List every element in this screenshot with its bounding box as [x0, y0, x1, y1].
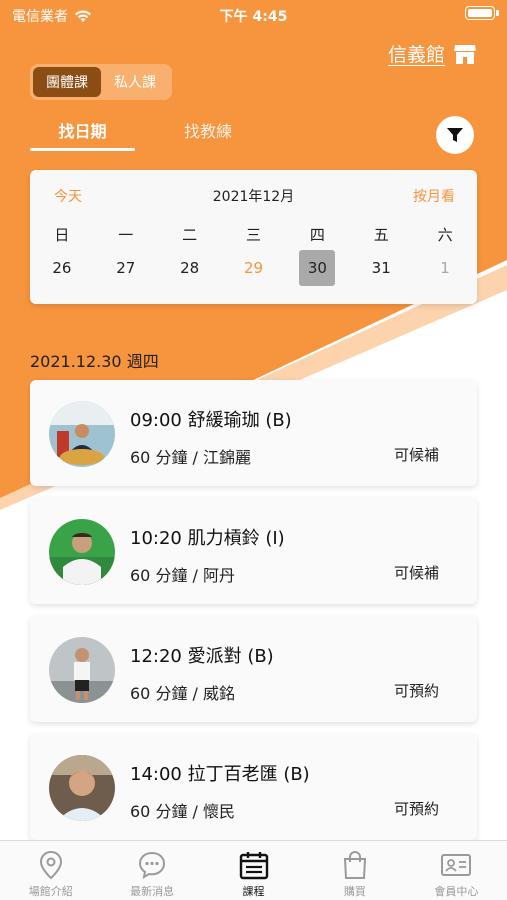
date-label: 27 [116, 259, 136, 277]
date-label: 26 [52, 259, 72, 277]
class-duration-coach: 60 分鐘 / 威銘 [130, 684, 236, 703]
class-status: 可候補 [393, 446, 439, 464]
nav-venue-info[interactable]: 場館介紹 [0, 841, 101, 900]
private-class-button[interactable]: 私人課 [101, 67, 169, 97]
bottom-navigation: 場館介紹 最新消息 課程 購買 會員中心 [0, 840, 507, 900]
weekday-row: 日 一 二 三 四 五 六 [30, 224, 477, 245]
date-label: 1 [440, 259, 450, 277]
group-class-button[interactable]: 團體課 [33, 67, 101, 97]
weekday-label: 六 [437, 226, 453, 244]
weekday-label: 一 [118, 226, 134, 244]
status-time: 下午 4:45 [219, 9, 288, 25]
nav-label: 購買 [343, 885, 366, 898]
class-status: 可預約 [393, 800, 439, 818]
nav-label: 場館介紹 [28, 885, 73, 898]
store-icon [454, 44, 476, 64]
date-label: 30 [299, 250, 336, 286]
month-view-button[interactable]: 按月看 [413, 186, 455, 206]
coach-avatar [49, 637, 115, 703]
coach-avatar [49, 401, 115, 467]
coach-avatar [49, 519, 115, 585]
selected-date-heading: 2021.12.30 週四 [30, 352, 159, 371]
nav-label: 課程 [242, 885, 265, 898]
battery-icon [465, 6, 499, 20]
class-card[interactable]: 10:20 肌力槓鈴 (I) 60 分鐘 / 阿丹 可候補 [30, 498, 477, 604]
weekday-label: 日 [54, 226, 70, 244]
nav-purchase[interactable]: 購買 [304, 841, 405, 900]
nav-label: 會員中心 [434, 885, 479, 898]
nav-label: 最新消息 [130, 885, 175, 898]
calendar-date[interactable]: 27 [94, 250, 158, 286]
class-time-name: 12:20 愛派對 (B) [130, 646, 274, 667]
coach-avatar [49, 755, 115, 821]
class-time-name: 09:00 舒緩瑜珈 (B) [130, 410, 292, 431]
class-time-name: 14:00 拉丁百老匯 (B) [130, 764, 310, 785]
calendar-date[interactable]: 1 [413, 250, 477, 286]
date-label: 31 [371, 259, 391, 277]
tab-underline [30, 148, 135, 151]
weekday-label: 四 [309, 226, 325, 244]
class-duration-coach: 60 分鐘 / 懷民 [130, 802, 236, 821]
calendar-date[interactable]: 28 [158, 250, 222, 286]
calendar-date[interactable]: 26 [30, 250, 94, 286]
weekday-label: 三 [246, 226, 262, 244]
tab-by-date[interactable]: 找日期 [30, 118, 135, 142]
class-card[interactable]: 09:00 舒緩瑜珈 (B) 60 分鐘 / 江錦麗 可候補 [30, 380, 477, 486]
shopping-bag-icon [343, 851, 366, 879]
tab-by-coach[interactable]: 找教練 [158, 118, 258, 142]
location-pin-icon [39, 850, 62, 880]
status-bar: 電信業者 下午 4:45 [0, 0, 507, 28]
nav-courses[interactable]: 課程 [203, 841, 304, 900]
member-card-icon [441, 854, 472, 876]
class-status: 可候補 [393, 564, 439, 582]
nav-member-center[interactable]: 會員中心 [406, 841, 507, 900]
date-label: 28 [180, 259, 200, 277]
class-type-toggle: 團體課 私人課 [30, 64, 172, 100]
class-duration-coach: 60 分鐘 / 阿丹 [130, 566, 236, 585]
calendar-date-today[interactable]: 29 [222, 250, 286, 286]
calendar-date-selected[interactable]: 30 [285, 250, 349, 286]
branch-name: 信義館 [387, 44, 445, 66]
weekday-label: 二 [182, 226, 198, 244]
branch-selector[interactable]: 信義館 [388, 40, 477, 67]
class-time-name: 10:20 肌力槓鈴 (I) [130, 528, 285, 549]
date-label: 29 [243, 259, 264, 277]
calendar-date[interactable]: 31 [349, 250, 413, 286]
today-button[interactable]: 今天 [54, 186, 82, 206]
class-duration-coach: 60 分鐘 / 江錦麗 [130, 448, 252, 467]
class-card[interactable]: 14:00 拉丁百老匯 (B) 60 分鐘 / 懷民 可預約 [30, 734, 477, 840]
filter-button[interactable] [436, 116, 474, 154]
calendar-month: 2021年12月 [212, 189, 295, 205]
week-calendar: 2021年12月 今天 按月看 日 一 二 三 四 五 六 26 27 28 2… [30, 170, 477, 304]
class-card[interactable]: 12:20 愛派對 (B) 60 分鐘 / 威銘 可預約 [30, 616, 477, 722]
class-status: 可預約 [393, 682, 439, 700]
filter-icon [447, 128, 463, 142]
nav-news[interactable]: 最新消息 [101, 841, 202, 900]
chat-bubble-icon [139, 851, 166, 880]
search-tabs: 找日期 找教練 [30, 118, 300, 154]
weekday-label: 五 [373, 226, 389, 244]
date-row: 26 27 28 29 30 31 1 [30, 250, 477, 286]
calendar-icon [239, 852, 268, 880]
